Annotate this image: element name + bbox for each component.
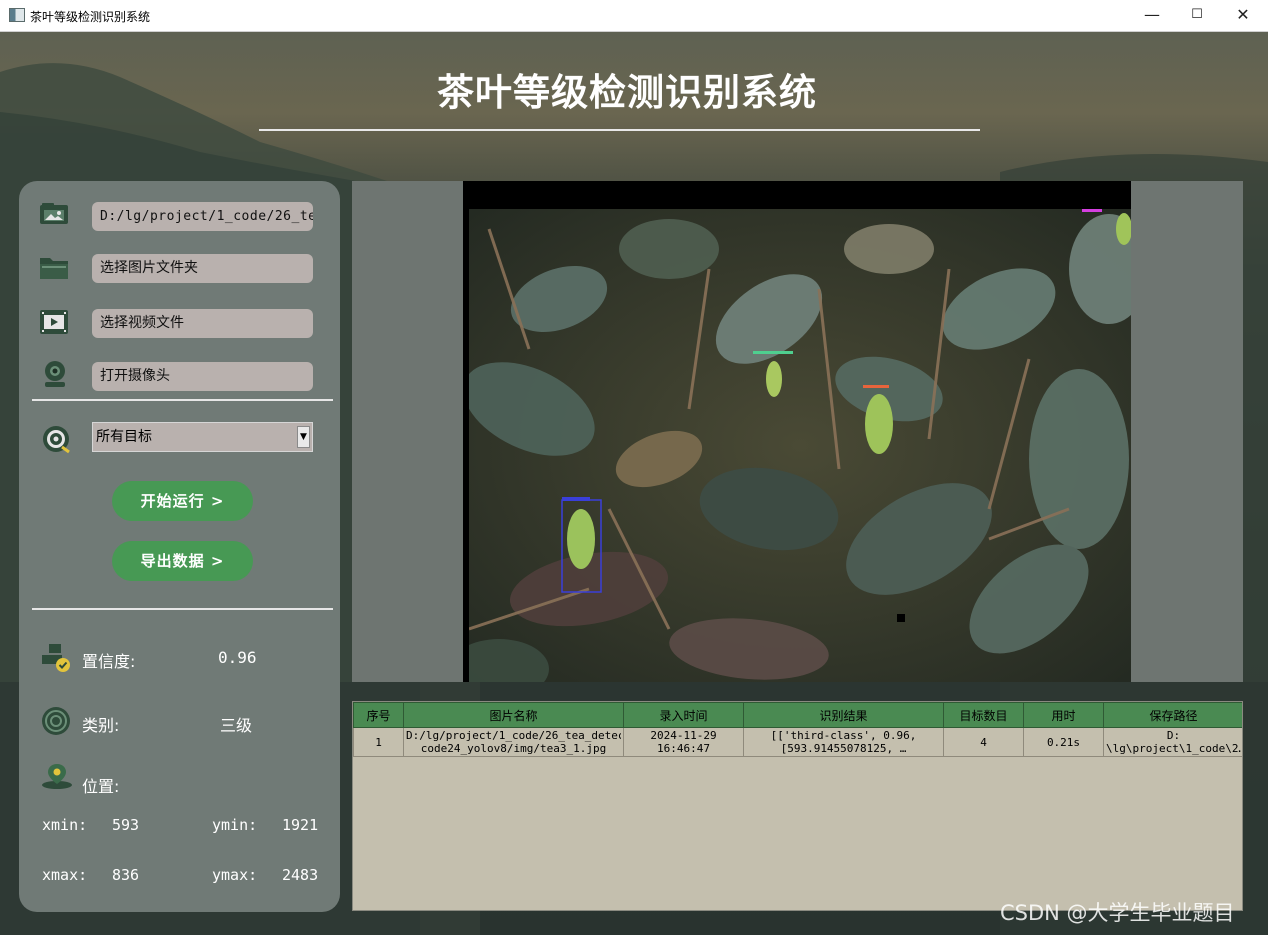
class-label: 类别: [82,716,120,735]
maximize-button[interactable]: ☐ [1174,4,1220,28]
chevron-down-icon[interactable]: ▼ [297,426,310,448]
cell-target-count[interactable]: 4 [943,727,1024,757]
app-window-icon [9,8,25,22]
target-select-value: 所有目标 [96,429,152,445]
confidence-icon [41,643,73,677]
cell-text: 16:46:47 [657,742,710,755]
folder-icon [39,255,69,284]
confidence-value: 0.96 [218,648,257,667]
watermark: CSDN @大学生毕业题目 [1000,901,1235,925]
cell-result[interactable]: [['third-class', 0.96, [593.91455078125,… [743,727,944,757]
cell-text: D:/lg/project/1_code/26_tea_detect/ [406,729,621,742]
camera-icon [41,360,69,392]
image-file-icon [39,202,69,230]
window-titlebar: 茶叶等级检测识别系统 — ☐ ✕ [0,0,1268,32]
cell-text: D: [1166,729,1181,742]
ymin-value: 1921 [282,816,319,834]
close-button[interactable]: ✕ [1220,4,1266,28]
open-camera-button[interactable]: 打开摄像头 [92,362,313,391]
start-run-button[interactable]: 开始运行 > [112,481,253,521]
category-icon [41,706,71,740]
target-select-dropdown[interactable]: 所有目标 ▼ [92,422,313,452]
select-video-button[interactable]: 选择视频文件 [92,309,313,338]
column-header[interactable]: 识别结果 [743,702,944,728]
cell-duration[interactable]: 0.21s [1023,727,1104,757]
location-icon [41,762,73,794]
xmin-label: xmin: [42,816,88,834]
ymax-value: 2483 [282,866,319,884]
cell-text: code24_yolov8/img/tea3_1.jpg [420,742,607,755]
table-header-row: 序号 图片名称 录入时间 识别结果 目标数目 用时 保存路径 [353,702,1242,728]
column-header[interactable]: 保存路径 [1103,702,1242,728]
cell-text: [593.91455078125, … [780,742,907,755]
column-header[interactable]: 序号 [353,702,404,728]
column-header[interactable]: 图片名称 [403,702,624,728]
ymax-label: ymax: [212,866,258,884]
title-underline [259,129,980,131]
column-header[interactable]: 录入时间 [623,702,744,728]
cell-text: 2024-11-29 [650,729,717,742]
cell-entry-time[interactable]: 2024-11-29 16:46:47 [623,727,744,757]
xmax-value: 836 [112,866,140,884]
xmax-label: xmax: [42,866,88,884]
cell-index[interactable]: 1 [353,727,404,757]
divider [32,608,333,610]
cell-text: [['third-class', 0.96, [770,729,917,742]
column-header[interactable]: 目标数目 [943,702,1024,728]
cell-save-path[interactable]: D: \lg\project\1_code\2… [1103,727,1242,757]
cell-text: \lg\project\1_code\2… [1106,742,1241,755]
column-header[interactable]: 用时 [1023,702,1104,728]
window-title: 茶叶等级检测识别系统 [30,10,151,24]
minimize-button[interactable]: — [1129,4,1175,28]
detection-image [469,209,1131,682]
table-row[interactable]: 1 D:/lg/project/1_code/26_tea_detect/ co… [353,727,1242,757]
video-file-icon [39,309,69,339]
xmin-value: 593 [112,816,140,834]
class-value: 三级 [220,716,253,735]
cell-image-name[interactable]: D:/lg/project/1_code/26_tea_detect/ code… [403,727,624,757]
position-label: 位置: [82,777,120,796]
results-table: 序号 图片名称 录入时间 识别结果 目标数目 用时 保存路径 1 D:/lg/p… [352,701,1243,911]
divider [32,399,333,401]
app-title: 茶叶等级检测识别系统 [437,71,817,114]
confidence-label: 置信度: [82,652,136,671]
image-path-field[interactable]: D:/lg/project/1_code/26_tea_detect/code2… [92,202,313,231]
select-image-folder-button[interactable]: 选择图片文件夹 [92,254,313,283]
target-icon [42,425,72,459]
ymin-label: ymin: [212,816,258,834]
export-data-button[interactable]: 导出数据 > [112,541,253,581]
